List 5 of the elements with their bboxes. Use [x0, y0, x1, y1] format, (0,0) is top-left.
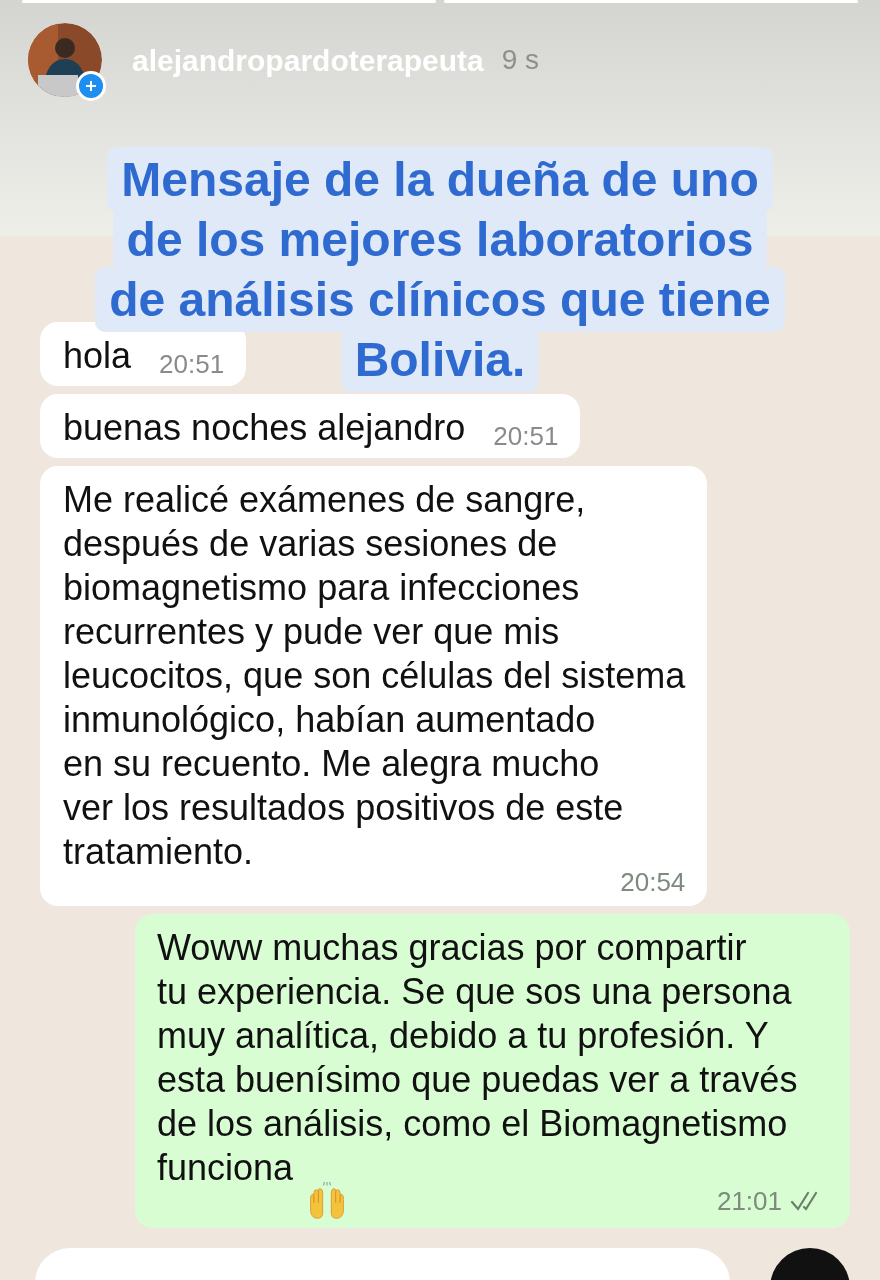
post-time: 9 s	[501, 43, 540, 77]
message-text: hola	[63, 334, 132, 378]
message-time: 20:51	[159, 348, 225, 381]
message-time: 20:51	[493, 420, 559, 453]
message-text: buenas noches alejandro	[63, 406, 466, 450]
